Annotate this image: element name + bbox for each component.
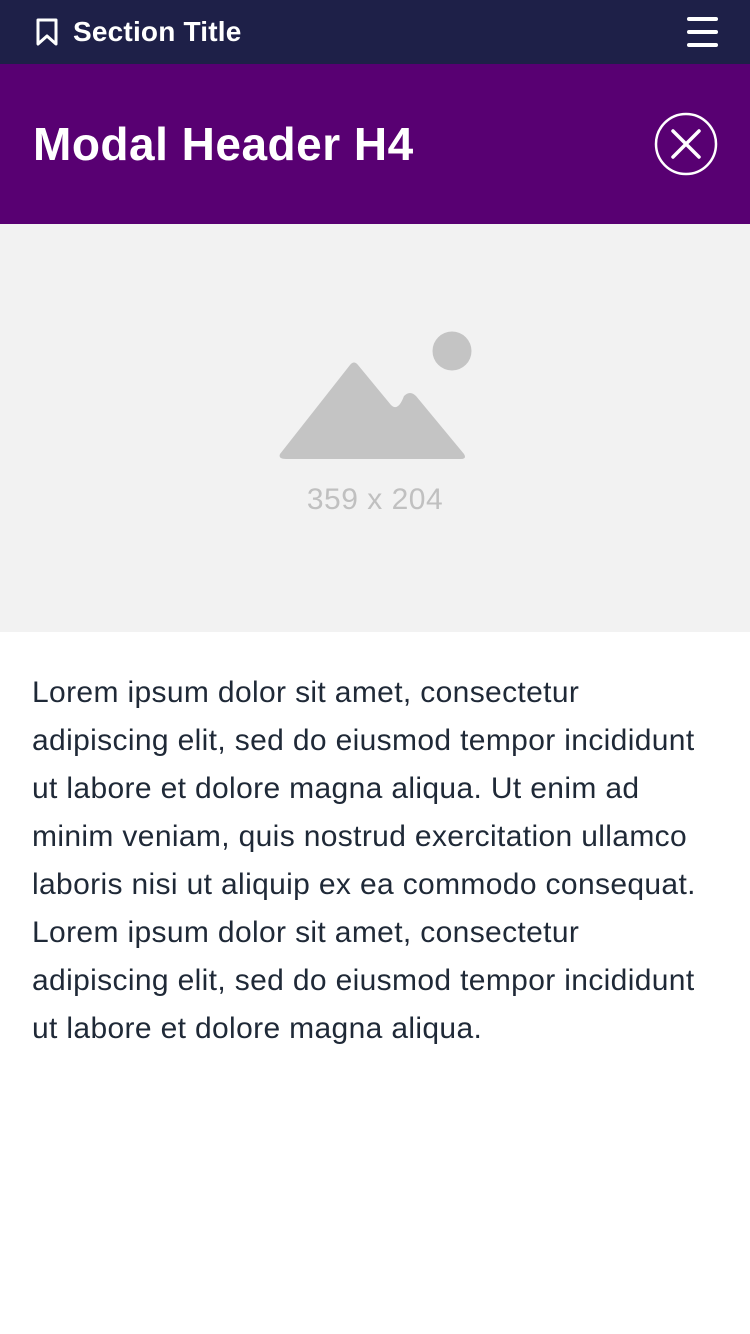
bookmark-icon[interactable]	[34, 18, 60, 46]
close-icon[interactable]	[654, 112, 718, 176]
image-placeholder-icon	[279, 331, 472, 459]
section-title: Section Title	[73, 16, 242, 47]
image-placeholder: 359 x 204	[0, 224, 750, 632]
modal-header: Modal Header H4	[0, 64, 750, 224]
modal-body-text: Lorem ipsum dolor sit amet, consectetur …	[32, 676, 696, 1045]
top-navigation-bar: Section Title	[0, 0, 750, 64]
image-dimensions-label: 359 x 204	[306, 483, 444, 516]
hamburger-menu-icon[interactable]	[684, 14, 722, 50]
modal-title: Modal Header H4	[33, 118, 414, 170]
